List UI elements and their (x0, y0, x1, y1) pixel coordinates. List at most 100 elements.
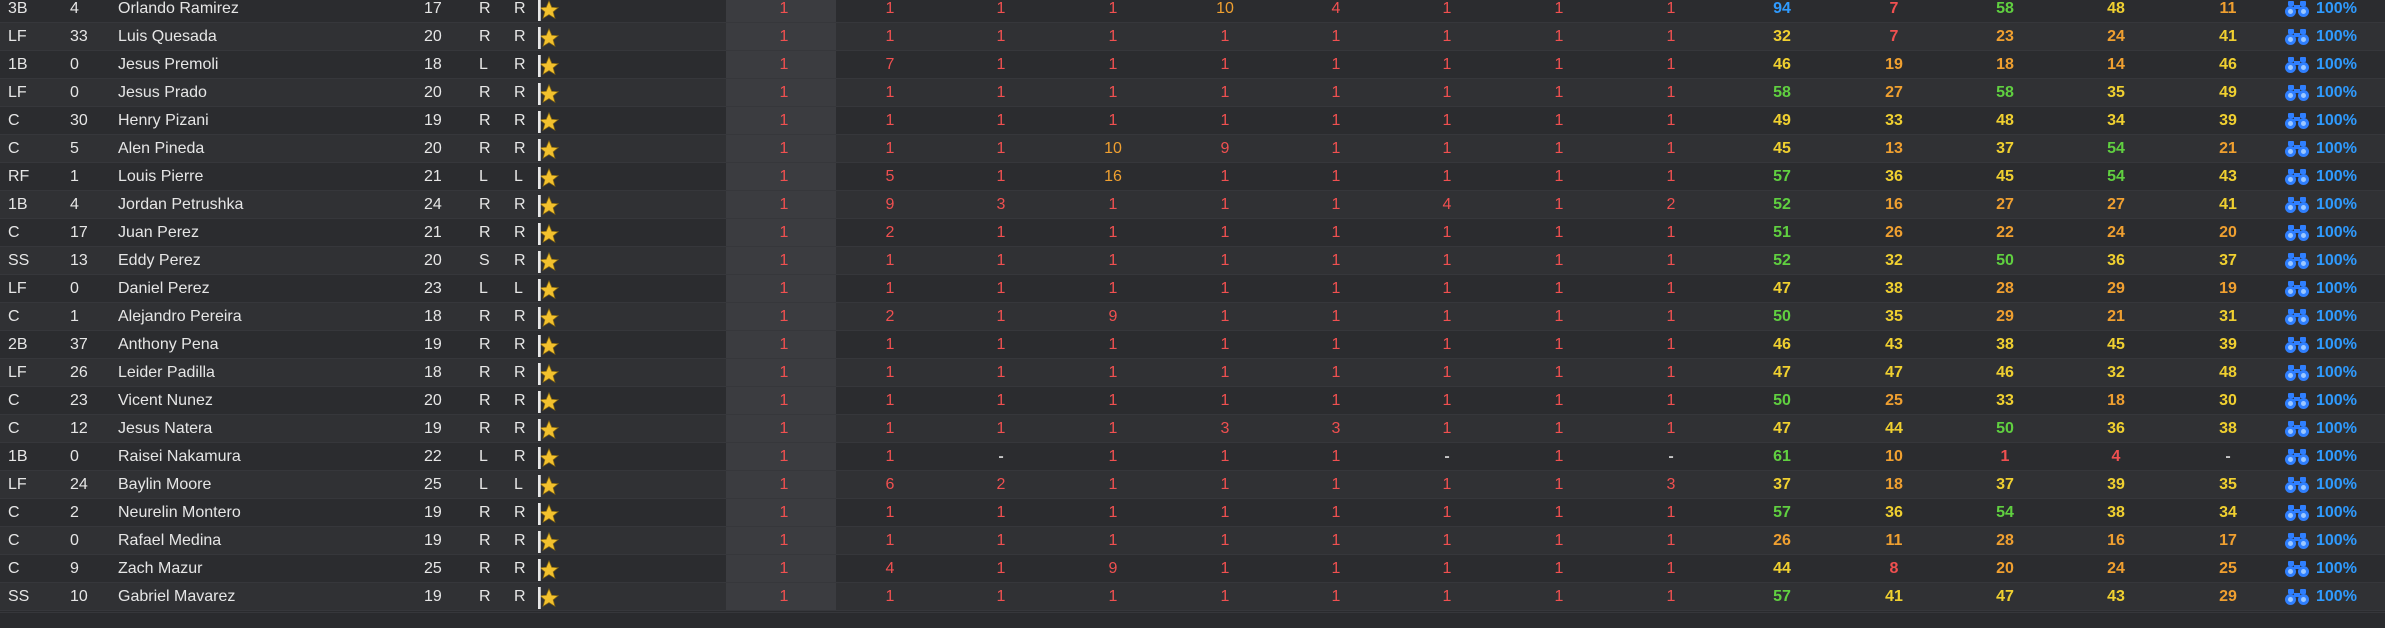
player-name-cell: Alen Pineda (118, 140, 205, 157)
binoculars-icon[interactable] (2284, 84, 2310, 102)
binoculars-icon[interactable] (2284, 56, 2310, 74)
star-icon[interactable] (538, 167, 560, 189)
table-row[interactable]: LF 0 Daniel Perez 23 L L 1 1 1 1 1 1 1 1 1 47 38 28 29 19 10… (0, 275, 2385, 303)
rating-cell: 1 (1442, 560, 1452, 577)
table-row[interactable]: C 1 Alejandro Pereira 18 R R 1 2 1 9 1 1 1 1 1 50 35 29 21… (0, 303, 2385, 331)
star-icon[interactable] (538, 139, 560, 161)
table-row[interactable]: LF 24 Baylin Moore 25 L L 1 6 2 1 1 1 1 1 3 37 18 37 39 35 1… (0, 471, 2385, 499)
star-icon[interactable] (538, 363, 560, 385)
throws-cell: L (514, 168, 523, 185)
star-icon[interactable] (538, 447, 560, 469)
binoculars-icon[interactable] (2284, 252, 2310, 270)
rating-cell: 1 (1554, 252, 1564, 269)
star-icon[interactable] (538, 503, 560, 525)
rating-cell: 9 (1220, 140, 1230, 157)
binoculars-icon[interactable] (2284, 112, 2310, 130)
rating-cell: 5 (885, 168, 895, 185)
star-icon[interactable] (538, 419, 560, 441)
table-row[interactable]: C 9 Zach Mazur 25 R R 1 4 1 9 1 1 1 1 1 44 8 20 24 25 100% (0, 555, 2385, 583)
rating-cell: 1 (1220, 588, 1230, 605)
position-cell: 1B (8, 56, 28, 73)
rating-cell: 1 (1108, 28, 1118, 45)
star-icon[interactable] (538, 279, 560, 301)
rating-cell: 1 (1442, 224, 1452, 241)
star-icon[interactable] (538, 83, 560, 105)
jersey-number-cell: 17 (70, 224, 88, 241)
binoculars-icon[interactable] (2284, 196, 2310, 214)
table-row[interactable]: C 23 Vicent Nunez 20 R R 1 1 1 1 1 1 1 1 1 50 25 33 18 30 10… (0, 387, 2385, 415)
rating-cell: 1 (1108, 112, 1118, 129)
binoculars-icon[interactable] (2284, 336, 2310, 354)
potential-cell: 46 (2219, 56, 2237, 73)
rating-cell: 2 (885, 308, 895, 325)
table-row[interactable]: LF 0 Jesus Prado 20 R R 1 1 1 1 1 1 1 1 1 58 27 58 35 49 100… (0, 79, 2385, 107)
table-row[interactable]: 2B 37 Anthony Pena 19 R R 1 1 1 1 1 1 1 1 1 46 43 38 45 39 1… (0, 331, 2385, 359)
table-row[interactable]: 1B 0 Raisei Nakamura 22 L R 1 1 - 1 1 1 - 1 - 61 10 1 4 - 10… (0, 443, 2385, 471)
binoculars-icon[interactable] (2284, 588, 2310, 606)
table-row[interactable]: 1B 4 Jordan Petrushka 24 R R 1 9 3 1 1 1 4 1 2 52 16 27 27… (0, 191, 2385, 219)
star-icon[interactable] (538, 475, 560, 497)
potential-cell: 43 (2219, 168, 2237, 185)
rating-cell: 1 (1554, 224, 1564, 241)
rating-cell: 1 (885, 364, 895, 381)
star-icon[interactable] (538, 223, 560, 245)
table-row[interactable]: C 5 Alen Pineda 20 R R 1 1 1 10 9 1 1 1 1 45 13 37 54 21 100… (0, 135, 2385, 163)
scout-accuracy-cell: 100% (2316, 252, 2357, 269)
binoculars-icon[interactable] (2284, 476, 2310, 494)
binoculars-icon[interactable] (2284, 532, 2310, 550)
binoculars-icon[interactable] (2284, 364, 2310, 382)
table-row[interactable]: C 12 Jesus Natera 19 R R 1 1 1 1 3 3 1 1 1 47 44 50 36 38 10… (0, 415, 2385, 443)
star-icon[interactable] (538, 0, 560, 21)
rating-cell: 1 (1220, 28, 1230, 45)
table-footer-strip (0, 612, 2385, 628)
binoculars-icon[interactable] (2284, 140, 2310, 158)
jersey-number-cell: 1 (70, 308, 79, 325)
star-icon[interactable] (538, 391, 560, 413)
table-row[interactable]: 1B 0 Jesus Premoli 18 L R 1 7 1 1 1 1 1 1 1 46 19 18 14 46 1… (0, 51, 2385, 79)
binoculars-icon[interactable] (2284, 28, 2310, 46)
table-row[interactable]: SS 10 Gabriel Mavarez 19 R R 1 1 1 1 1 1 1 1 1 57 41 47 43… (0, 583, 2385, 611)
position-cell: C (8, 504, 20, 521)
rating-cell: 1 (1220, 196, 1230, 213)
age-cell: 17 (424, 0, 442, 17)
table-row[interactable]: C 30 Henry Pizani 19 R R 1 1 1 1 1 1 1 1 1 49 33 48 34 39 10… (0, 107, 2385, 135)
star-icon[interactable] (538, 111, 560, 133)
binoculars-icon[interactable] (2284, 168, 2310, 186)
star-icon[interactable] (538, 27, 560, 49)
throws-cell: L (514, 476, 523, 493)
binoculars-icon[interactable] (2284, 448, 2310, 466)
position-cell: C (8, 140, 20, 157)
table-row[interactable]: RF 1 Louis Pierre 21 L L 1 5 1 16 1 1 1 1 1 57 36 45 54 43 1… (0, 163, 2385, 191)
rating-cell: 1 (1108, 532, 1118, 549)
binoculars-icon[interactable] (2284, 0, 2310, 18)
star-icon[interactable] (538, 195, 560, 217)
potential-cell: 48 (2219, 364, 2237, 381)
binoculars-icon[interactable] (2284, 308, 2310, 326)
star-icon[interactable] (538, 335, 560, 357)
rating-cell: 1 (996, 0, 1006, 17)
table-row[interactable]: C 17 Juan Perez 21 R R 1 2 1 1 1 1 1 1 1 51 26 22 24 20 100% (0, 219, 2385, 247)
table-row[interactable]: LF 33 Luis Quesada 20 R R 1 1 1 1 1 1 1 1 1 32 7 23 24 41 10… (0, 23, 2385, 51)
star-icon[interactable] (538, 531, 560, 553)
table-row[interactable]: LF 26 Leider Padilla 18 R R 1 1 1 1 1 1 1 1 1 47 47 46 32 4… (0, 359, 2385, 387)
binoculars-icon[interactable] (2284, 280, 2310, 298)
star-icon[interactable] (538, 559, 560, 581)
star-icon[interactable] (538, 251, 560, 273)
potential-cell: 36 (2107, 420, 2125, 437)
star-icon[interactable] (538, 587, 560, 609)
table-row[interactable]: 3B 4 Orlando Ramirez 17 R R 1 1 1 1 10 4 1 1 1 94 7 58 48 1… (0, 0, 2385, 23)
table-row[interactable]: C 2 Neurelin Montero 19 R R 1 1 1 1 1 1 1 1 1 57 36 54 38 3… (0, 499, 2385, 527)
rating-cell: 1 (1220, 280, 1230, 297)
binoculars-icon[interactable] (2284, 504, 2310, 522)
star-icon[interactable] (538, 55, 560, 77)
table-row[interactable]: SS 13 Eddy Perez 20 S R 1 1 1 1 1 1 1 1 1 52 32 50 36 37 100… (0, 247, 2385, 275)
binoculars-icon[interactable] (2284, 392, 2310, 410)
binoculars-icon[interactable] (2284, 560, 2310, 578)
table-row[interactable]: C 0 Rafael Medina 19 R R 1 1 1 1 1 1 1 1 1 26 11 28 16 17 10… (0, 527, 2385, 555)
rating-cell: 1 (885, 420, 895, 437)
binoculars-icon[interactable] (2284, 224, 2310, 242)
bats-cell: R (479, 0, 491, 17)
binoculars-icon[interactable] (2284, 420, 2310, 438)
star-icon[interactable] (538, 307, 560, 329)
potential-cell: 41 (1885, 588, 1903, 605)
